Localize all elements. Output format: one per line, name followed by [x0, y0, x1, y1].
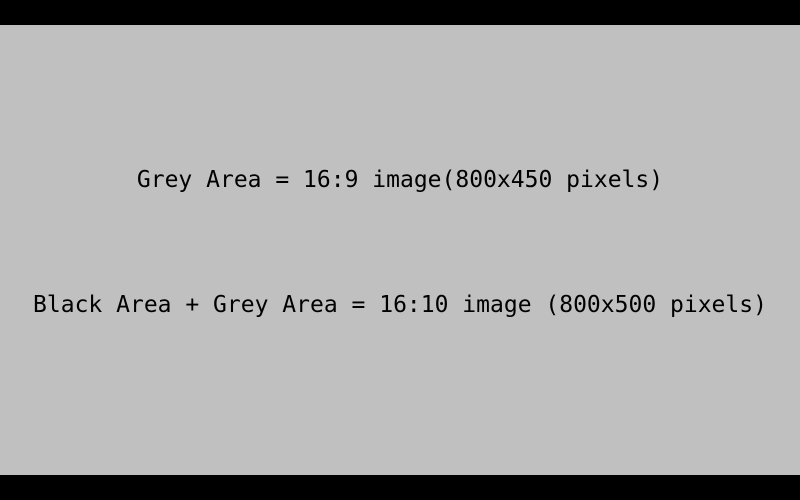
black-letterbox-bar-top — [0, 0, 800, 25]
grey-area-region: Grey Area = 16:9 image(800x450 pixels) B… — [0, 25, 800, 475]
test-pattern-canvas: Grey Area = 16:9 image(800x450 pixels) B… — [0, 0, 800, 500]
grey-area-caption: Grey Area = 16:9 image(800x450 pixels) — [136, 167, 664, 193]
full-image-caption: Black Area + Grey Area = 16:10 image (80… — [33, 292, 767, 318]
black-letterbox-bar-bottom — [0, 475, 800, 500]
